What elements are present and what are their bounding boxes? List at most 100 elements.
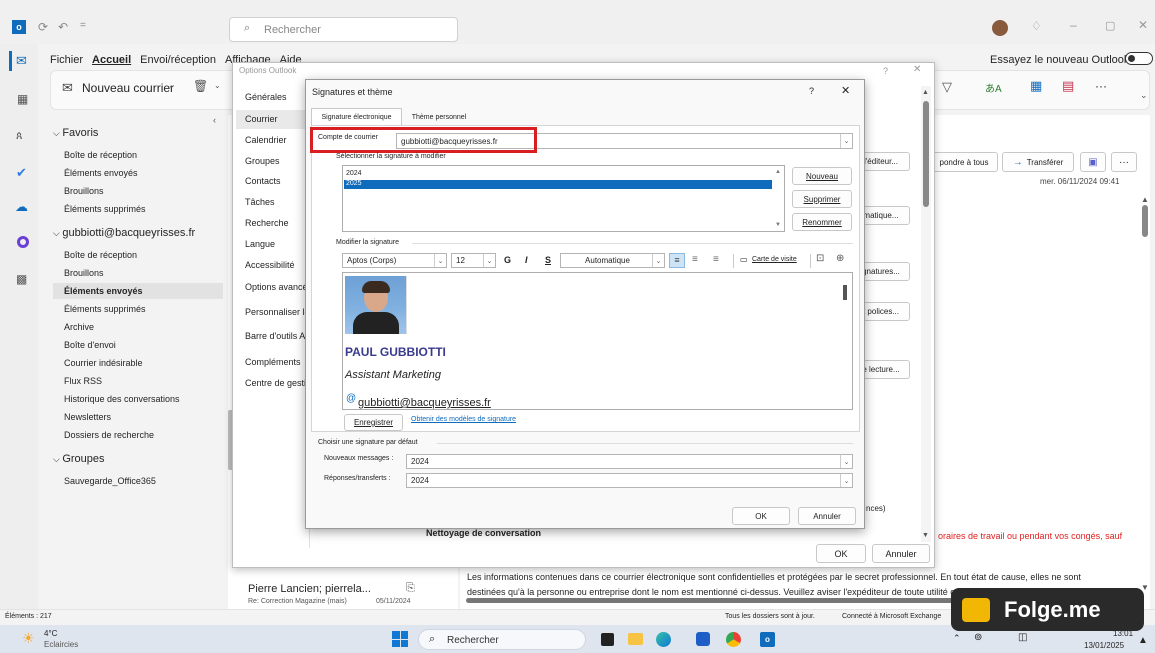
translate-icon[interactable]: あA	[985, 80, 1002, 95]
replies-select[interactable]: 2024 ⌄	[406, 473, 853, 488]
folder-item[interactable]: Boîte de réception	[53, 147, 223, 163]
editor-scrollbar[interactable]	[843, 285, 847, 300]
ribbon-tab[interactable]: Envoi/réception	[140, 54, 216, 66]
insert-link-icon[interactable]: ⊕	[836, 253, 844, 264]
signature-list-item[interactable]: 2024	[344, 170, 772, 180]
folder-item[interactable]: Éléments envoyés	[53, 165, 223, 181]
options-help-icon[interactable]: ?	[883, 66, 888, 76]
apps-icon[interactable]: ▩	[16, 272, 27, 286]
new-mail-dropdown-icon[interactable]: ⌄	[168, 81, 175, 90]
list-scroll-up-icon[interactable]: ▲	[775, 169, 781, 175]
more-icon[interactable]: ···	[1095, 79, 1107, 93]
search-box[interactable]: ⌕ Rechercher	[229, 17, 458, 42]
folder-item[interactable]: Newsletters	[53, 409, 223, 425]
people-icon[interactable]: ጰ	[16, 130, 23, 143]
undo-icon[interactable]: ↶	[58, 20, 68, 34]
scroll-up-icon[interactable]: ▲	[1141, 195, 1149, 204]
list-scroll-down-icon[interactable]: ▼	[775, 222, 781, 228]
signatures-ok-button[interactable]: OK	[732, 507, 790, 525]
more-actions-button[interactable]: ···	[1111, 152, 1137, 172]
rename-signature-button[interactable]: Renommer	[792, 213, 852, 231]
options-category[interactable]: Groupes	[236, 152, 308, 171]
options-cancel-button[interactable]: Annuler	[872, 544, 930, 563]
options-category[interactable]: Centre de gestion de la confidentialité	[236, 374, 308, 393]
align-center-button[interactable]: ≡	[692, 254, 698, 265]
weather-desc[interactable]: Eclaircies	[44, 640, 78, 649]
signature-editor[interactable]	[342, 272, 853, 410]
mail-icon[interactable]: ✉	[16, 53, 27, 69]
todo-icon[interactable]: ✔	[16, 165, 27, 181]
reply-all-button[interactable]: pondre à tous	[930, 152, 998, 172]
sync-icon[interactable]: ⟳	[38, 20, 48, 34]
insert-image-icon[interactable]: ⊡	[816, 253, 824, 264]
delete-dropdown-icon[interactable]: ⌄	[214, 81, 221, 90]
calendar-ribbon-icon[interactable]: ▤	[1062, 78, 1074, 94]
clock-date[interactable]: 13/01/2025	[1084, 641, 1124, 650]
options-scroll-down-icon[interactable]: ▼	[922, 532, 929, 539]
collapse-ribbon-icon[interactable]: ⌄	[1140, 90, 1148, 101]
restore-icon[interactable]: ▢	[1105, 19, 1115, 32]
ribbon-tab[interactable]: Accueil	[92, 54, 131, 66]
business-card-button[interactable]: Carte de visite	[752, 256, 797, 263]
taskbar-search[interactable]: ⌕ Rechercher	[418, 629, 586, 650]
ribbon-tab[interactable]: Fichier	[50, 54, 83, 66]
edge-icon[interactable]	[656, 632, 671, 647]
folder-item[interactable]: Boîte de réception	[53, 247, 223, 263]
get-templates-link[interactable]: Obtenir des modèles de signature	[411, 416, 516, 423]
folder-item[interactable]: Sauvegarde_Office365	[53, 473, 223, 489]
underline-button[interactable]: S	[545, 255, 551, 265]
file-explorer-icon[interactable]	[628, 633, 643, 645]
options-category[interactable]: Calendrier	[236, 131, 308, 150]
folder-item[interactable]: Brouillons	[53, 183, 223, 199]
minimize-icon[interactable]: –	[1070, 18, 1077, 32]
try-new-outlook-toggle[interactable]	[1125, 52, 1153, 65]
close-icon[interactable]: ✕	[1138, 18, 1148, 32]
chrome-icon[interactable]	[726, 632, 741, 647]
options-close-icon[interactable]: ✕	[913, 64, 921, 75]
folder-item[interactable]: Boîte d'envoi	[53, 337, 223, 353]
onedrive-icon[interactable]: ☁	[15, 199, 28, 215]
calendar-icon[interactable]: ▦	[17, 92, 28, 106]
folder-section[interactable]: ⌵ Groupes	[53, 453, 223, 469]
folder-item[interactable]: Courrier indésirable	[53, 355, 223, 371]
new-signature-button[interactable]: Nouveau	[792, 167, 852, 185]
signatures-close-icon[interactable]: ✕	[841, 84, 850, 97]
task-view-icon[interactable]	[601, 633, 614, 646]
folder-section[interactable]: ⌵ Favoris	[53, 127, 223, 143]
folder-item-selected[interactable]: Éléments envoyés	[53, 283, 223, 299]
options-category[interactable]: Contacts	[236, 172, 308, 191]
customize-icon[interactable]: =	[80, 20, 86, 31]
save-signature-button[interactable]: Enregistrer	[344, 414, 403, 431]
options-category[interactable]: Langue	[236, 235, 308, 254]
notification-bell-icon[interactable]: ▲	[1138, 635, 1148, 646]
outlook-taskbar-icon[interactable]: o	[760, 632, 775, 647]
folder-section[interactable]: ⌵ gubbiotti@bacqueyrisses.fr	[53, 227, 223, 243]
new-mail-button[interactable]: Nouveau courrier	[82, 81, 174, 95]
folder-item[interactable]: Brouillons	[53, 265, 223, 281]
delete-icon[interactable]: 🗑	[193, 79, 208, 93]
font-select[interactable]: Aptos (Corps) ⌄	[342, 253, 447, 268]
tab-theme[interactable]: Thème personnel	[404, 110, 474, 125]
folder-item[interactable]: Éléments supprimés	[53, 301, 223, 317]
signature-list[interactable]: 2024 2025 ▲ ▼	[342, 165, 785, 232]
folder-item[interactable]: Éléments supprimés	[53, 201, 223, 217]
options-scrollbar-thumb[interactable]	[923, 101, 929, 207]
folder-item[interactable]: Dossiers de recherche	[53, 427, 223, 443]
options-category[interactable]: Personnaliser le Ruban	[236, 303, 308, 322]
options-scroll-up-icon[interactable]: ▲	[922, 89, 929, 96]
align-left-button[interactable]: ≡	[669, 253, 685, 268]
align-right-button[interactable]: ≡	[713, 254, 719, 265]
options-category[interactable]: Tâches	[236, 193, 308, 212]
store-icon[interactable]	[696, 632, 710, 646]
apps-ribbon-icon[interactable]: ▦	[1030, 78, 1042, 94]
options-category[interactable]: Accessibilité	[236, 256, 308, 275]
bold-button[interactable]: G	[504, 255, 511, 265]
options-ok-button[interactable]: OK	[816, 544, 866, 563]
signatures-cancel-button[interactable]: Annuler	[798, 507, 856, 525]
color-select[interactable]: Automatique ⌄	[560, 253, 665, 268]
avatar[interactable]	[992, 20, 1008, 36]
collapse-pane-icon[interactable]: ‹	[213, 115, 216, 125]
copilot-icon[interactable]	[17, 236, 29, 248]
tab-signature[interactable]: Signature électronique	[311, 108, 402, 125]
options-category[interactable]: Compléments	[236, 353, 308, 372]
